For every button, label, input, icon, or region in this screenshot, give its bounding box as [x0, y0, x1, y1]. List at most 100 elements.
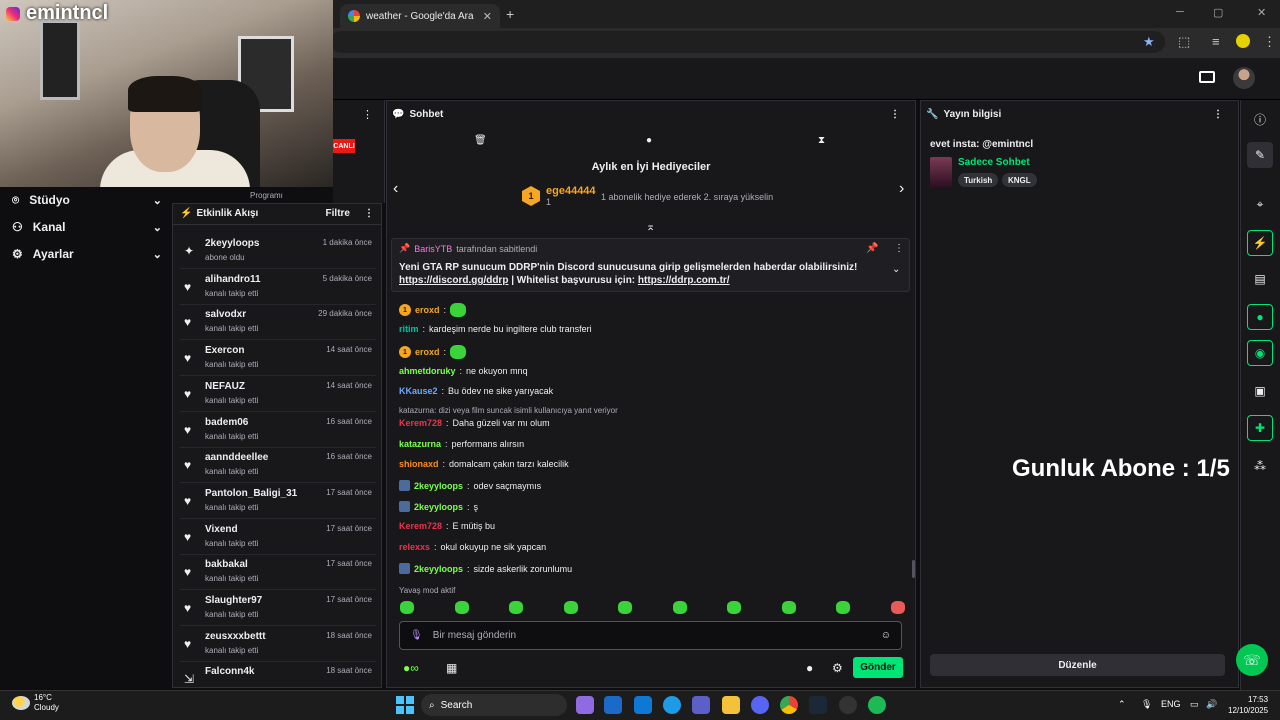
- info-icon[interactable]: ⓘ: [1247, 106, 1273, 132]
- new-tab-button[interactable]: +: [506, 6, 514, 22]
- taskbar-search[interactable]: ⌕ Search: [421, 694, 567, 716]
- feed-username[interactable]: 2keyyloops: [205, 238, 259, 249]
- chat-scrollbar[interactable]: [912, 560, 915, 578]
- feed-username[interactable]: badem06: [205, 417, 248, 428]
- gifter-name[interactable]: ege44444: [546, 185, 596, 197]
- more-options-icon[interactable]: ⋮: [890, 109, 900, 120]
- layout-icon[interactable]: ▣: [1247, 378, 1273, 404]
- close-tab-icon[interactable]: ✕: [483, 10, 492, 23]
- chevron-right-icon[interactable]: ›: [899, 180, 904, 198]
- nav-item-channel[interactable]: ⚇ Kanal ⌄: [12, 217, 162, 237]
- steam-icon[interactable]: [809, 696, 827, 714]
- tray-overflow-icon[interactable]: ⌃: [1118, 699, 1126, 710]
- feed-username[interactable]: alihandro11: [205, 274, 261, 285]
- list-item[interactable]: ♥ Pantolon_Baligi_31 kanalı takip etti 17 s…: [180, 484, 376, 519]
- notes-icon[interactable]: ▤: [1247, 266, 1273, 292]
- hourglass-icon[interactable]: ⧗: [818, 135, 825, 146]
- list-item[interactable]: ♥ badem06 kanalı takip etti 16 saat önce: [180, 413, 376, 448]
- chat-username[interactable]: Kerem728: [399, 418, 442, 428]
- settings-icon[interactable]: ⚙: [832, 661, 843, 675]
- weather-widget[interactable]: 16°C Cloudy: [12, 693, 59, 713]
- emote-icon[interactable]: [781, 601, 796, 614]
- chevron-left-icon[interactable]: ‹: [393, 180, 398, 198]
- windows-start-icon[interactable]: [396, 696, 414, 714]
- send-button[interactable]: Gönder: [853, 657, 903, 678]
- chrome-icon[interactable]: [780, 696, 798, 714]
- maximize-button[interactable]: ▢: [1213, 6, 1223, 19]
- chat-bubble-icon[interactable]: ●: [1247, 304, 1273, 330]
- minimize-button[interactable]: ─: [1176, 6, 1184, 18]
- obs-icon[interactable]: [839, 696, 857, 714]
- close-window-button[interactable]: ✕: [1257, 6, 1266, 19]
- list-item[interactable]: ♥ salvodxr kanalı takip etti 29 dakika önce: [180, 305, 376, 341]
- microphone-tray-icon[interactable]: 🎙: [1141, 699, 1152, 710]
- list-item[interactable]: ♥ alihandro11 kanalı takip etti 5 dakika ön…: [180, 270, 376, 305]
- more-options-icon[interactable]: ⋮: [364, 208, 374, 219]
- emoji-picker-icon[interactable]: ☺: [881, 630, 891, 641]
- emote-icon[interactable]: [618, 601, 633, 614]
- trash-icon[interactable]: 🗑: [474, 135, 487, 146]
- list-item[interactable]: ♥ aannddeellee kanalı takip etti 16 saat ön…: [180, 448, 376, 484]
- microphone-icon[interactable]: 🎙: [410, 630, 423, 641]
- emote-icon[interactable]: [400, 601, 414, 614]
- more-options-icon[interactable]: ⋮: [894, 243, 904, 254]
- more-options-icon[interactable]: ⋮: [1213, 109, 1223, 120]
- list-item[interactable]: ♥ bakbakal kanalı takip etti 17 saat önce: [180, 555, 376, 591]
- emote-icon[interactable]: [672, 601, 687, 614]
- language-indicator[interactable]: ENG: [1161, 699, 1181, 709]
- chat-username[interactable]: 2keyyloops: [414, 502, 463, 512]
- browser-tab[interactable]: weather - Google'da Ara ✕: [340, 4, 500, 28]
- chat-username[interactable]: eroxd: [415, 305, 440, 315]
- list-item[interactable]: ♥ Exercon kanalı takip etti 14 saat önce: [180, 341, 376, 377]
- collapse-icon[interactable]: ⌅: [646, 220, 655, 233]
- network-icon[interactable]: ▭: [1190, 699, 1199, 710]
- wrench-icon[interactable]: ✚: [1247, 415, 1273, 441]
- chevron-down-icon[interactable]: ⌄: [892, 264, 900, 275]
- feed-username[interactable]: zeusxxxbettt: [205, 631, 266, 642]
- list-item[interactable]: ✦ 2keyyloops abone oldu 1 dakika önce: [180, 234, 376, 269]
- feed-username[interactable]: salvodxr: [205, 309, 246, 320]
- unpin-icon[interactable]: 📌: [866, 243, 878, 254]
- chat-bubble-icon[interactable]: ●: [806, 661, 813, 675]
- broadcast-icon[interactable]: ◉: [1247, 340, 1273, 366]
- discord-icon[interactable]: [751, 696, 769, 714]
- chat-input[interactable]: 🎙 Bir mesaj gönderin ☺: [399, 621, 902, 650]
- chat-username[interactable]: eroxd: [415, 347, 440, 357]
- nav-item-studio[interactable]: ⌾ Stüdyo ⌄: [12, 190, 162, 210]
- pinned-by-user[interactable]: BarisYTB: [414, 244, 452, 254]
- feed-username[interactable]: Exercon: [205, 345, 244, 356]
- emote-icon[interactable]: [563, 601, 578, 614]
- outlook-icon[interactable]: [634, 696, 652, 714]
- discord-link[interactable]: https://discord.gg/ddrp: [399, 275, 508, 286]
- website-link[interactable]: https://ddrp.com.tr/: [638, 275, 730, 286]
- spotify-icon[interactable]: [868, 696, 886, 714]
- boost-icon[interactable]: ⚡: [1247, 230, 1273, 256]
- user-avatar[interactable]: [1233, 67, 1255, 89]
- chat-username[interactable]: shionaxd: [399, 459, 439, 469]
- feed-username[interactable]: Pantolon_Baligi_31: [205, 488, 297, 499]
- file-explorer-icon[interactable]: [722, 696, 740, 714]
- feed-username[interactable]: Vixend: [205, 524, 238, 535]
- more-options-icon[interactable]: ⋮: [362, 108, 373, 121]
- stream-preview-icon[interactable]: [1199, 71, 1215, 83]
- extensions-icon[interactable]: ⁂: [1247, 453, 1273, 479]
- feed-username[interactable]: aannddeellee: [205, 452, 268, 463]
- feed-username[interactable]: bakbakal: [205, 559, 248, 570]
- points-icon[interactable]: ●∞: [403, 661, 419, 675]
- extensions-icon[interactable]: ⬚: [1178, 34, 1190, 50]
- chat-username[interactable]: KKause2: [399, 386, 438, 396]
- volume-icon[interactable]: 🔊: [1206, 699, 1217, 710]
- emote-icon[interactable]: [454, 601, 469, 614]
- list-item[interactable]: ♥ Slaughter97 kanalı takip etti 17 saat önc…: [180, 591, 376, 626]
- list-item[interactable]: ♥ NEFAUZ kanalı takip etti 14 saat önce: [180, 377, 376, 412]
- browser-menu-icon[interactable]: ⋮: [1263, 34, 1276, 50]
- tag[interactable]: Turkish: [958, 173, 999, 187]
- bookmark-star-icon[interactable]: ★: [1143, 34, 1155, 50]
- support-icon[interactable]: ☏: [1236, 644, 1268, 676]
- chat-username[interactable]: 2keyyloops: [414, 564, 463, 574]
- address-bar[interactable]: [330, 31, 1165, 53]
- emote-icon[interactable]: [727, 601, 742, 614]
- list-item[interactable]: ♥ zeusxxxbettt kanalı takip etti 18 saat ön…: [180, 627, 376, 662]
- profile-avatar[interactable]: [1236, 34, 1250, 48]
- copilot-icon[interactable]: [576, 696, 594, 714]
